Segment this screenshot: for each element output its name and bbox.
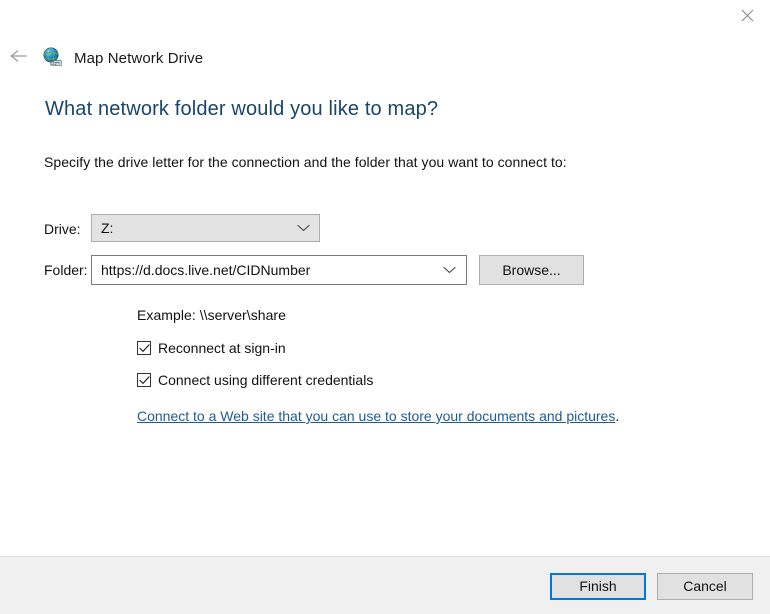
app-title: Map Network Drive [74,49,204,67]
folder-path-value: https://d.docs.live.net/CIDNumber [101,262,311,278]
main-content: What network folder would you like to ma… [0,95,770,171]
close-icon [741,9,754,22]
folder-label: Folder: [44,262,88,278]
folder-path-input[interactable]: https://d.docs.live.net/CIDNumber [91,255,467,285]
finish-button[interactable]: Finish [550,573,646,600]
chevron-down-icon[interactable] [443,256,456,284]
cancel-button[interactable]: Cancel [657,573,753,600]
reconnect-at-signin-label: Reconnect at sign-in [158,340,286,356]
back-button[interactable] [2,42,36,74]
map-drive-form: Drive: Z: Folder: https://d.docs.live.ne… [0,212,770,425]
footer-button-group: Finish Cancel [550,573,753,600]
different-credentials-label: Connect using different credentials [158,372,374,388]
web-site-link-row: Connect to a Web site that you can use t… [137,388,770,425]
different-credentials-checkbox[interactable]: Connect using different credentials [137,356,770,388]
folder-options-block: Example: \\server\share Reconnect at sig… [0,292,770,425]
link-trailing-period: . [615,408,620,424]
example-path-text: Example: \\server\share [137,307,286,323]
close-button[interactable] [724,0,770,30]
footer-bar: Finish Cancel [0,557,770,614]
connect-to-website-link[interactable]: Connect to a Web site that you can use t… [137,408,615,424]
checkbox-checked-icon [137,373,151,387]
title-bar [0,0,770,32]
folder-field-row: Folder: https://d.docs.live.net/CIDNumbe… [0,248,770,292]
page-title: What network folder would you like to ma… [45,98,439,120]
checkbox-checked-icon [137,341,151,355]
drive-label: Drive: [44,221,81,237]
drive-letter-select[interactable]: Z: [91,214,320,242]
browse-button[interactable]: Browse... [479,255,584,285]
reconnect-at-signin-checkbox[interactable]: Reconnect at sign-in [137,324,770,356]
chevron-down-icon [297,215,310,241]
drive-field-row: Drive: Z: [0,212,770,248]
drive-letter-value: Z: [101,220,114,236]
back-arrow-icon [9,48,29,69]
navigation-row: Map Network Drive [0,42,770,74]
page-subtitle: Specify the drive letter for the connect… [44,154,567,170]
map-network-drive-icon [40,45,66,71]
